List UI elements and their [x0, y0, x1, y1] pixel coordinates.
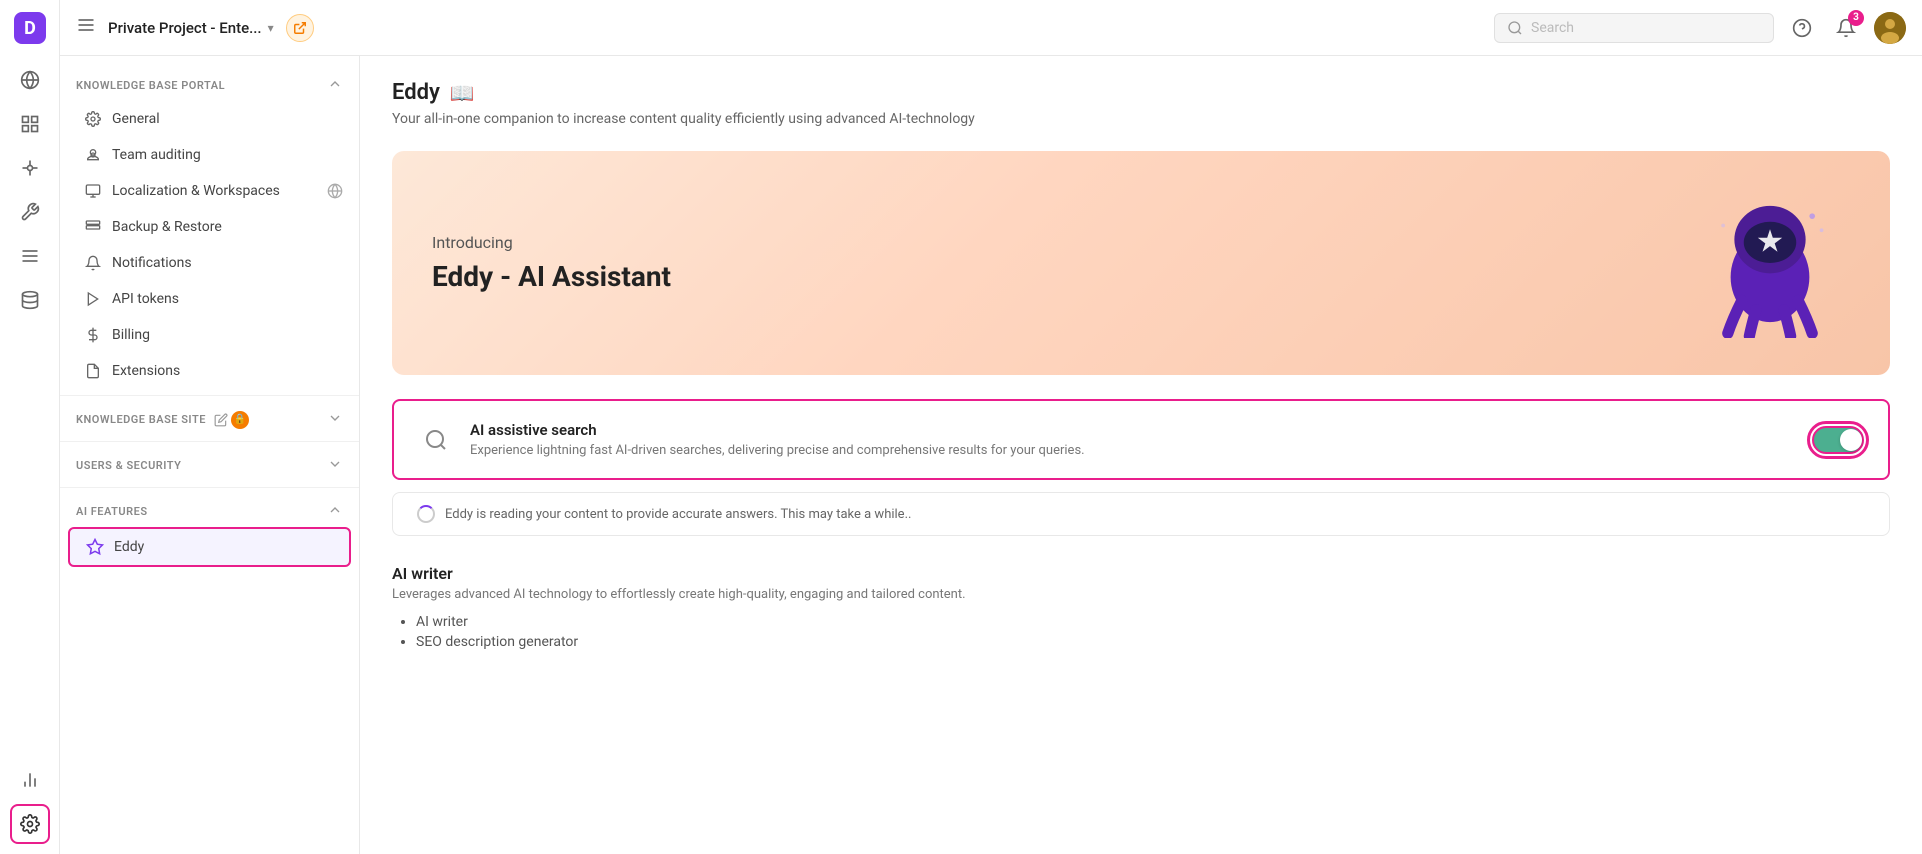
sidebar-item-backup[interactable]: Backup & Restore: [60, 209, 359, 245]
promo-intro: Introducing: [432, 233, 671, 252]
ai-collapse-btn[interactable]: [327, 502, 343, 521]
ai-writer-list-item-2: SEO description generator: [416, 634, 1890, 650]
book-icon: 📖: [450, 81, 475, 105]
backup-icon: [84, 218, 102, 236]
ai-search-card: AI assistive search Experience lightning…: [392, 399, 1890, 480]
users-expand-btn[interactable]: [327, 456, 343, 475]
main-content: Eddy 📖 Your all-in-one companion to incr…: [360, 56, 1922, 854]
ai-writer-list: AI writer SEO description generator: [392, 614, 1890, 650]
notification-badge: 3: [1848, 10, 1864, 26]
external-link-button[interactable]: [286, 14, 314, 42]
nav-dashboard[interactable]: [10, 104, 50, 144]
header-actions: 3: [1786, 12, 1906, 44]
ai-writer-title: AI writer: [392, 564, 1890, 583]
feature-search-desc: Experience lightning fast AI-driven sear…: [470, 443, 1796, 458]
sidebar-item-billing[interactable]: Billing: [60, 317, 359, 353]
eddy-icon: [86, 538, 104, 556]
page-title: Eddy: [392, 80, 440, 105]
sidebar-item-extensions[interactable]: Extensions: [60, 353, 359, 389]
ai-writer-list-item-1: AI writer: [416, 614, 1890, 630]
sidebar-section-users: USERS & SECURITY: [60, 448, 359, 481]
promo-heading: Eddy - AI Assistant: [432, 260, 671, 293]
reading-status: Eddy is reading your content to provide …: [392, 492, 1890, 536]
gear-small-icon: [84, 110, 102, 128]
app-logo[interactable]: D: [12, 10, 48, 46]
svg-text:D: D: [24, 18, 36, 39]
main-container: Private Project - Ente... ▾ Search 3: [60, 0, 1922, 854]
ai-search-toggle-container: [1812, 426, 1864, 454]
nav-tools[interactable]: [10, 192, 50, 232]
notifications-button[interactable]: 3: [1830, 12, 1862, 44]
sidebar: KNOWLEDGE BASE PORTAL General Team audit…: [60, 56, 360, 854]
nav-list[interactable]: [10, 236, 50, 276]
extensions-icon: [84, 362, 102, 380]
feature-search-icon: [418, 422, 454, 458]
kb-portal-collapse-btn[interactable]: [327, 76, 343, 95]
reading-spinner: [417, 505, 435, 523]
audit-icon: [84, 146, 102, 164]
api-icon: [84, 290, 102, 308]
sidebar-item-eddy[interactable]: Eddy: [68, 527, 351, 567]
toggle-thumb: [1840, 429, 1862, 451]
reading-status-text: Eddy is reading your content to provide …: [445, 507, 911, 522]
sidebar-section-ai: AI FEATURES: [60, 494, 359, 527]
billing-icon: [84, 326, 102, 344]
feature-search-content: AI assistive search Experience lightning…: [470, 421, 1796, 458]
page-title-row: Eddy 📖: [392, 80, 1890, 105]
content-area: KNOWLEDGE BASE PORTAL General Team audit…: [60, 56, 1922, 854]
promo-mascot: [1690, 183, 1850, 343]
menu-icon[interactable]: [76, 15, 96, 40]
ai-writer-section: AI writer Leverages advanced AI technolo…: [392, 548, 1890, 662]
sidebar-item-localization[interactable]: Localization & Workspaces: [60, 173, 359, 209]
feature-search-title: AI assistive search: [470, 421, 1796, 439]
localization-icon: [84, 182, 102, 200]
sidebar-item-general[interactable]: General: [60, 101, 359, 137]
help-button[interactable]: [1786, 12, 1818, 44]
search-bar[interactable]: Search: [1494, 13, 1774, 43]
promo-banner: Introducing Eddy - AI Assistant: [392, 151, 1890, 375]
promo-text: Introducing Eddy - AI Assistant: [432, 233, 671, 293]
kb-site-expand-btn[interactable]: [327, 410, 343, 429]
page-subtitle: Your all-in-one companion to increase co…: [392, 111, 1890, 127]
ai-writer-desc: Leverages advanced AI technology to effo…: [392, 587, 1890, 602]
project-dropdown-arrow: ▾: [268, 21, 274, 35]
sidebar-item-notifications[interactable]: Notifications: [60, 245, 359, 281]
sidebar-section-kb-site: KNOWLEDGE BASE SITE 🔒: [60, 402, 359, 435]
top-header: Private Project - Ente... ▾ Search 3: [60, 0, 1922, 56]
sidebar-section-kb-portal: KNOWLEDGE BASE PORTAL: [60, 68, 359, 101]
sidebar-item-api[interactable]: API tokens: [60, 281, 359, 317]
nav-globe[interactable]: [10, 60, 50, 100]
user-avatar[interactable]: [1874, 12, 1906, 44]
nav-settings[interactable]: [10, 804, 50, 844]
nav-data[interactable]: [10, 280, 50, 320]
ai-search-toggle[interactable]: [1812, 426, 1864, 454]
bell-icon: [84, 254, 102, 272]
icon-bar: D: [0, 0, 60, 854]
nav-connections[interactable]: [10, 148, 50, 188]
sidebar-item-team-auditing[interactable]: Team auditing: [60, 137, 359, 173]
project-title[interactable]: Private Project - Ente... ▾: [108, 19, 274, 37]
nav-analytics[interactable]: [10, 760, 50, 800]
